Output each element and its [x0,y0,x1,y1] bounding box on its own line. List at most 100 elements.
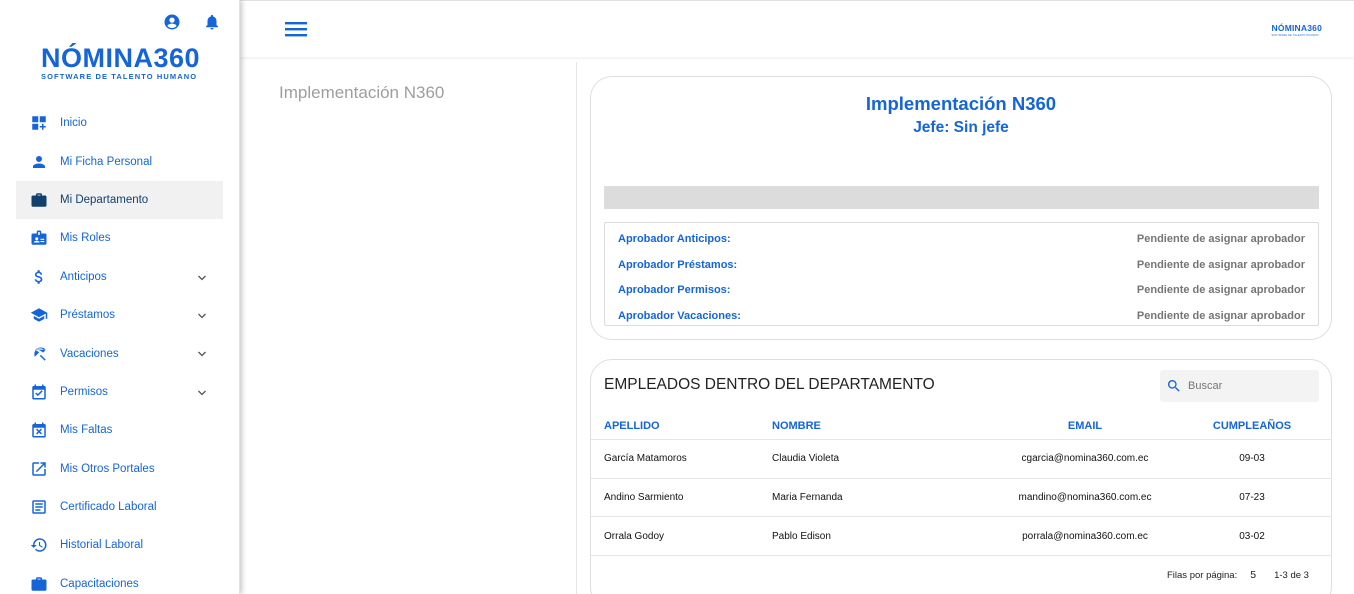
account-circle-icon[interactable] [163,13,181,33]
sidebar-item-mis-roles[interactable]: Mis Roles [16,219,223,257]
sidebar-item-anticipos[interactable]: Anticipos [16,258,223,296]
sidebar-item-label: Mis Roles [60,232,111,245]
search-input[interactable] [1188,380,1308,392]
approver-label: Aprobador Vacaciones: [618,310,741,323]
approver-label: Aprobador Permisos: [618,284,731,297]
id-badge-icon [30,229,48,247]
sidebar-item-label: Vacaciones [60,347,119,360]
column-header-cumpleanos[interactable]: CUMPLEAÑOS [1172,420,1332,432]
cell-apellido: Andino Sarmiento [604,492,684,504]
sidebar-item-label: Mis Faltas [60,424,113,437]
rows-per-page-select[interactable]: 5 [1250,569,1256,581]
employees-table: APELLIDO NOMBRE EMAIL CUMPLEAÑOS García … [591,412,1332,557]
cell-apellido: Orrala Godoy [604,530,665,542]
training-icon [30,575,48,593]
calendar-x-icon [30,421,48,439]
approver-value: Pendiente de asignar aprobador [1136,310,1305,323]
department-info-bar [604,186,1319,209]
cell-nombre: Claudia Violeta [772,453,840,465]
history-icon [30,536,48,554]
person-icon [30,153,48,171]
table-pagination: Filas por página: 5 1-3 de 3 [1167,569,1309,581]
sidebar-item-historial-laboral[interactable]: Historial Laboral [16,526,223,564]
sidebar-item-label: Anticipos [60,270,107,283]
hamburger-menu-icon[interactable] [285,20,307,38]
search-icon [1167,380,1180,392]
dollar-icon [30,268,48,286]
top-bar: NÓMINA360 SOFTWARE DE TALENTO HUMANO [240,0,1354,57]
approvers-box: Aprobador Anticipos: Pendiente de asigna… [604,222,1319,326]
sidebar-item-capacitaciones[interactable]: Capacitaciones [16,565,223,594]
app-logo[interactable]: NÓMINA360 SOFTWARE DE TALENTO HUMANO [41,44,201,81]
table-row[interactable]: Orrala Godoy Pablo Edison porrala@nomina… [591,517,1332,557]
sidebar-item-prestamos[interactable]: Préstamos [16,296,223,334]
logo-tagline: SOFTWARE DE TALENTO HUMANO [41,72,198,81]
column-header-email[interactable]: EMAIL [998,420,1172,432]
department-boss: Jefe: Sin jefe [913,119,1009,136]
department-list-item[interactable]: Implementación N360 [279,83,444,103]
table-header-row: APELLIDO NOMBRE EMAIL CUMPLEAÑOS [591,412,1332,440]
bell-icon[interactable] [203,13,221,33]
sidebar-item-label: Capacitaciones [60,577,139,590]
school-icon [30,306,48,324]
sidebar-item-label: Historial Laboral [60,539,144,552]
sidebar-item-mis-faltas[interactable]: Mis Faltas [16,411,223,449]
cell-email: cgarcia@nomina360.com.ec [1021,453,1149,465]
logo-brand: NÓMINA360 [41,43,201,73]
department-info-card: Implementación N360 Jefe: Sin jefe Aprob… [590,76,1332,340]
sidebar-item-label: Mi Ficha Personal [60,155,153,168]
sidebar-item-label: Inicio [60,117,87,130]
chevron-down-icon [196,347,208,359]
header-logo[interactable]: NÓMINA360 SOFTWARE DE TALENTO HUMANO [1272,24,1322,40]
sidebar-item-label: Certificado Laboral [60,501,157,514]
beach-umbrella-icon [30,345,48,363]
sidebar-item-vacaciones[interactable]: Vacaciones [16,334,223,372]
approver-label: Aprobador Préstamos: [618,258,738,271]
sidebar-item-mi-ficha-personal[interactable]: Mi Ficha Personal [16,142,223,180]
sidebar-item-label: Préstamos [60,309,115,322]
cell-cumpleanos: 09-03 [1239,453,1265,465]
sidebar-nav: Inicio Mi Ficha Personal Mi Departamento… [16,104,223,594]
sidebar-item-certificado-laboral[interactable]: Certificado Laboral [16,488,223,526]
approver-row-anticipos: Aprobador Anticipos: Pendiente de asigna… [605,226,1318,252]
pagination-range: 1-3 de 3 [1274,569,1309,581]
rows-per-page-label: Filas por página: [1167,569,1238,581]
sidebar-item-label: Permisos [60,385,108,398]
cell-email: porrala@nomina360.com.ec [1022,530,1148,542]
sidebar-item-mis-otros-portales[interactable]: Mis Otros Portales [16,450,223,488]
chevron-down-icon [196,271,208,283]
employees-title: EMPLEADOS DENTRO DEL DEPARTAMENTO [604,376,935,393]
sidebar: NÓMINA360 SOFTWARE DE TALENTO HUMANO Ini… [0,0,240,594]
calendar-check-icon [30,383,48,401]
sidebar-top-icons [163,13,221,33]
column-header-nombre[interactable]: NOMBRE [758,420,998,432]
briefcase-icon [30,191,48,209]
sidebar-item-permisos[interactable]: Permisos [16,373,223,411]
header-logo-tagline: SOFTWARE DE TALENTO HUMANO [1271,34,1319,37]
cell-nombre: Maria Fernanda [772,492,843,504]
approver-row-permisos: Aprobador Permisos: Pendiente de asignar… [605,278,1318,304]
approver-row-vacaciones: Aprobador Vacaciones: Pendiente de asign… [605,303,1318,329]
approver-value: Pendiente de asignar aprobador [1136,258,1305,271]
sidebar-item-mi-departamento[interactable]: Mi Departamento [16,180,223,220]
approver-value: Pendiente de asignar aprobador [1136,232,1305,245]
sidebar-item-label: Mi Departamento [60,193,149,206]
chevron-down-icon [196,386,208,398]
approver-label: Aprobador Anticipos: [618,232,731,245]
cell-nombre: Pablo Edison [772,530,831,542]
table-row[interactable]: García Matamoros Claudia Violeta cgarcia… [591,440,1332,479]
sidebar-item-inicio[interactable]: Inicio [16,104,223,142]
approver-value: Pendiente de asignar aprobador [1136,284,1305,297]
search-box[interactable] [1160,370,1319,402]
approver-row-prestamos: Aprobador Préstamos: Pendiente de asigna… [605,252,1318,278]
document-icon [30,498,48,516]
column-header-apellido[interactable]: APELLIDO [591,420,758,432]
dashboard-add-icon [30,114,48,132]
chevron-down-icon [196,309,208,321]
department-list: Implementación N360 [240,62,577,594]
sidebar-item-label: Mis Otros Portales [60,462,155,475]
open-external-icon [30,460,48,478]
table-row[interactable]: Andino Sarmiento Maria Fernanda mandino@… [591,479,1332,518]
cell-cumpleanos: 07-23 [1239,492,1265,504]
cell-apellido: García Matamoros [604,453,687,465]
